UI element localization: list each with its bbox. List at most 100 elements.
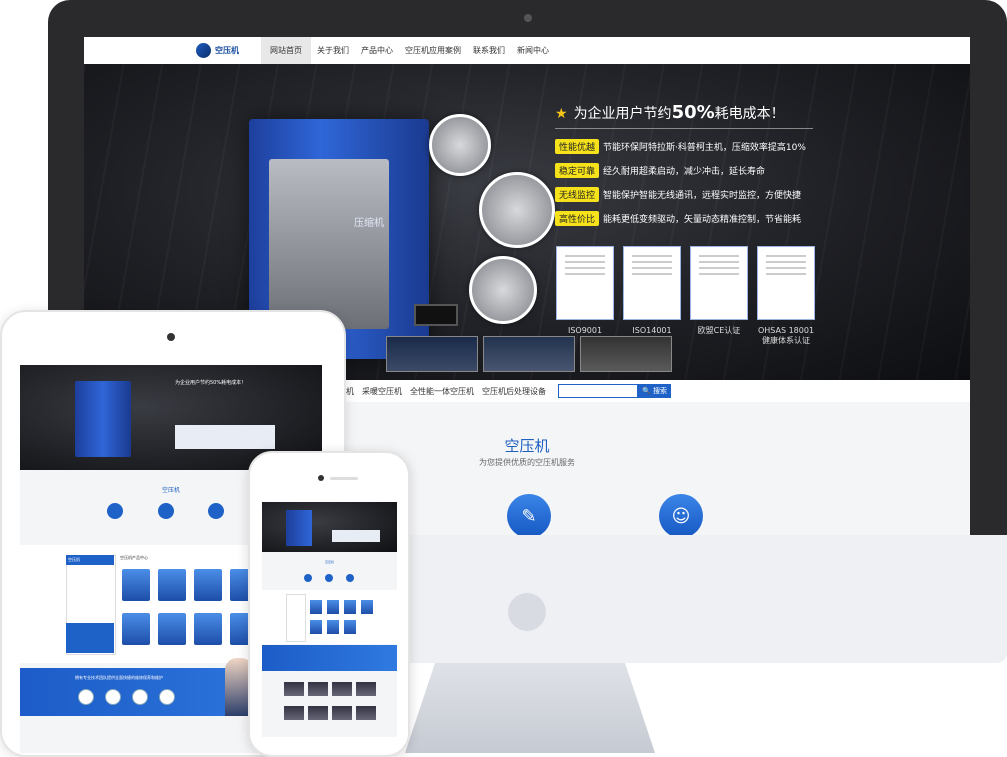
tablet-service-icon[interactable] — [107, 503, 123, 519]
phone-product[interactable] — [310, 600, 322, 614]
phone-service-icon[interactable] — [304, 574, 312, 582]
phone-case-photo[interactable] — [332, 706, 352, 720]
tablet-banner-text: 拥有专业技术团队提供全面快捷的维修保养和维护 — [75, 675, 163, 680]
tablet-banner-icon — [105, 689, 121, 705]
monitor-camera — [524, 14, 532, 22]
slide-thumb-2[interactable] — [483, 336, 575, 372]
slide-thumb-3[interactable] — [580, 336, 672, 372]
phone-product-area — [262, 590, 397, 644]
detail-circle-1 — [429, 114, 491, 176]
category-link[interactable]: 全性能一体空压机 — [410, 386, 474, 397]
tablet-compressor-image — [75, 381, 131, 457]
phone-screen: 空压机 — [262, 496, 397, 737]
feature-row: 稳定可靠 经久耐用超柔启动，减少冲击，延长寿命 — [555, 163, 765, 178]
monitor-logo — [508, 593, 546, 631]
tablet-product[interactable] — [194, 569, 222, 601]
phone-speaker — [330, 477, 358, 480]
phone-case-photo[interactable] — [284, 682, 304, 696]
phone-product[interactable] — [327, 620, 339, 634]
brand-logo[interactable]: 空压机 — [196, 43, 239, 58]
tablet-product[interactable] — [122, 569, 150, 601]
feature-tag: 高性价比 — [555, 211, 600, 226]
phone-service-icon[interactable] — [325, 574, 333, 582]
search-input[interactable] — [558, 384, 638, 398]
cert-label: 欧盟CE认证 — [697, 326, 741, 335]
feature-tag: 性能优越 — [555, 139, 600, 154]
hero-headline: ★ 为企业用户节约50%耗电成本！ — [555, 102, 785, 123]
search-box: 🔍 搜索 — [558, 384, 671, 398]
brand-icon — [196, 43, 211, 58]
feature-tag: 无线监控 — [555, 187, 600, 202]
brand-name: 空压机 — [215, 46, 239, 55]
tablet-banner-icon — [78, 689, 94, 705]
tablet-product[interactable] — [158, 613, 186, 645]
nav-item-products[interactable]: 产品中心 — [355, 37, 399, 64]
phone-product[interactable] — [310, 620, 322, 634]
phone-product[interactable] — [327, 600, 339, 614]
category-link[interactable]: 采暖空压机 — [362, 386, 402, 397]
phone-hero — [262, 502, 397, 552]
feature-row: 性能优越 节能环保阿特拉斯·科普柯主机，压缩效率提高10% — [555, 139, 806, 154]
phone-case-photo[interactable] — [284, 706, 304, 720]
cert-label: OHSAS 18001 健康体系认证 — [757, 326, 815, 345]
phone-case-photo[interactable] — [356, 706, 376, 720]
control-panel — [414, 304, 458, 326]
top-nav: 空压机 网站首页 关于我们 产品中心 空压机应用案例 联系我们 新闻中心 — [84, 37, 970, 64]
tablet-product-heading: 空压机产品中心 — [120, 555, 148, 560]
tablet-sidebar-heading: 空压机 — [66, 555, 114, 565]
feature-text: 节能环保阿特拉斯·科普柯主机，压缩效率提高10% — [603, 143, 806, 153]
phone-case-photo[interactable] — [332, 682, 352, 696]
certificate-image — [757, 246, 815, 320]
feature-row: 高性价比 能耗更低变频驱动，矢量动态精准控制，节省能耗 — [555, 211, 801, 226]
certificate-image — [556, 246, 614, 320]
certificate-image — [690, 246, 748, 320]
detail-circle-2 — [479, 172, 555, 248]
tablet-service-icon[interactable] — [208, 503, 224, 519]
slide-thumb-1[interactable] — [386, 336, 478, 372]
compressor-label: 压缩机 — [354, 218, 384, 229]
certificates — [556, 246, 815, 320]
nav-item-news[interactable]: 新闻中心 — [511, 37, 555, 64]
headline-divider — [555, 128, 813, 129]
phone-case-photo[interactable] — [356, 682, 376, 696]
tablet-camera — [167, 333, 175, 341]
phone-sidebar — [286, 594, 306, 642]
tablet-certificates — [175, 425, 275, 449]
phone-certificates — [332, 530, 380, 542]
tablet-service-icon[interactable] — [158, 503, 174, 519]
star-icon: ★ — [555, 106, 568, 122]
phone-section-title: 空压机 — [324, 560, 334, 564]
search-button[interactable]: 🔍 搜索 — [638, 384, 671, 398]
tablet-contact-box — [66, 623, 114, 653]
slide-thumbnails — [386, 336, 672, 372]
feature-tag: 稳定可靠 — [555, 163, 600, 178]
phone-case-photo[interactable] — [308, 682, 328, 696]
feature-text: 能耗更低变频驱动，矢量动态精准控制，节省能耗 — [603, 215, 802, 225]
nav-item-about[interactable]: 关于我们 — [311, 37, 355, 64]
feature-row: 无线监控 智能保护智能无线通讯，远程实时监控，方便快捷 — [555, 187, 801, 202]
service-users-icon[interactable]: ☺ — [659, 494, 703, 535]
nav-item-contact[interactable]: 联系我们 — [467, 37, 511, 64]
nav-item-cases[interactable]: 空压机应用案例 — [399, 37, 467, 64]
certificate-image — [623, 246, 681, 320]
phone-product[interactable] — [344, 600, 356, 614]
tablet-product[interactable] — [194, 613, 222, 645]
phone-product[interactable] — [344, 620, 356, 634]
phone-product[interactable] — [361, 600, 373, 614]
phone-service-banner — [262, 645, 397, 671]
phone-service-icon[interactable] — [346, 574, 354, 582]
tablet-product[interactable] — [158, 569, 186, 601]
compressor-internals — [269, 159, 389, 329]
feature-text: 经久耐用超柔启动，减少冲击，延长寿命 — [603, 167, 766, 177]
tablet-nav — [20, 355, 322, 365]
category-link[interactable]: 空压机后处理设备 — [482, 386, 546, 397]
nav-item-home[interactable]: 网站首页 — [261, 37, 311, 64]
service-engineer-icon[interactable]: ✎ — [507, 494, 551, 535]
phone-camera — [318, 475, 324, 481]
detail-circle-3 — [469, 256, 537, 324]
phone-compressor-image — [286, 510, 312, 546]
tablet-banner-icon — [132, 689, 148, 705]
tablet-product[interactable] — [122, 613, 150, 645]
feature-text: 智能保护智能无线通讯，远程实时监控，方便快捷 — [603, 191, 802, 201]
phone-case-photo[interactable] — [308, 706, 328, 720]
